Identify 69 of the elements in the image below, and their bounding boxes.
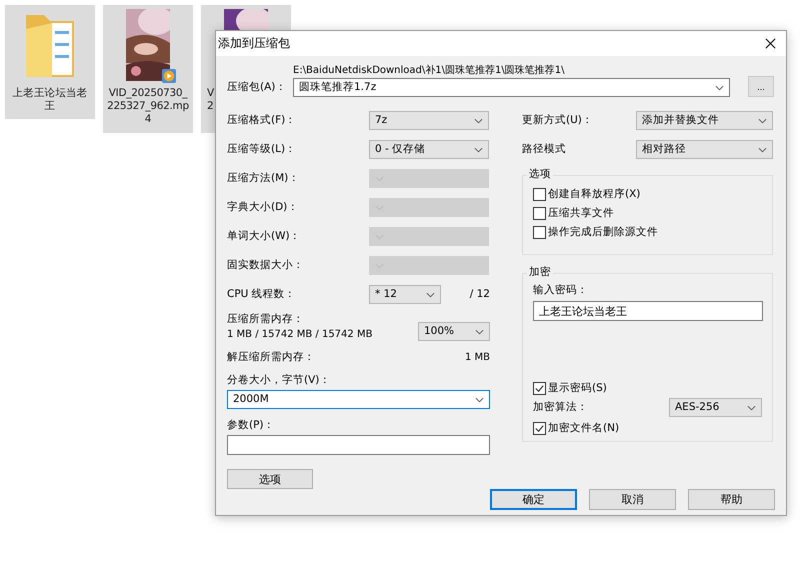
- volume-combobox[interactable]: 2000M: [227, 390, 490, 409]
- file-name: 上老王论坛当老: [12, 87, 88, 100]
- checkbox[interactable]: [533, 422, 546, 435]
- file-name: 2: [207, 100, 214, 113]
- caret-icon: [475, 328, 484, 334]
- caret-icon: [747, 404, 756, 410]
- caret-icon: [758, 118, 767, 124]
- dialog-button[interactable]: 取消: [589, 489, 676, 510]
- archive-name-combobox[interactable]: 圆珠笔推荐1.7z: [293, 78, 730, 97]
- dialog-button[interactable]: 确定: [490, 489, 577, 510]
- memory-value: 1 MB: [464, 351, 490, 364]
- field-label: 字典大小(D)：: [227, 201, 300, 214]
- field-label: 输入密码：: [533, 284, 589, 297]
- window-title: 添加到压缩包: [218, 37, 290, 50]
- dropdown[interactable]: 7z: [369, 111, 489, 130]
- field-label: 路径模式: [522, 143, 567, 156]
- archive-label: 压缩包(A)：: [227, 81, 288, 95]
- parameters-field[interactable]: [227, 435, 490, 455]
- group-title: 加密: [527, 266, 553, 279]
- field-label: 解压缩所需内存：: [227, 351, 315, 364]
- password-field[interactable]: 上老王论坛当老王: [533, 301, 763, 321]
- caret-icon: [475, 396, 484, 402]
- caret-icon: [715, 84, 724, 90]
- field-label: CPU 线程数：: [227, 288, 297, 301]
- checkbox-label: 压缩共享文件: [548, 207, 614, 220]
- desktop-icon[interactable]: 上老王论坛当老 王: [5, 5, 95, 119]
- checkbox[interactable]: [533, 226, 546, 239]
- options-button[interactable]: 选项: [227, 469, 313, 489]
- dropdown[interactable]: 0 - 仅存储: [369, 140, 489, 159]
- dialog-button[interactable]: 帮助: [688, 489, 775, 510]
- checkbox-label: 显示密码(S): [548, 382, 607, 395]
- field-label: 更新方式(U)：: [522, 114, 594, 127]
- file-name: 王: [44, 100, 56, 113]
- field-label: 参数(P)：: [227, 419, 276, 432]
- field-label: 压缩方法(M)：: [227, 172, 300, 185]
- desktop-icon[interactable]: VID_20250730_ 225327_962.mp 4: [103, 5, 193, 133]
- field-label: 固实数据大小：: [227, 259, 305, 272]
- memory-dropdown[interactable]: 100%: [418, 322, 490, 341]
- field-label: 单词大小(W)：: [227, 230, 302, 243]
- field-label: 压缩格式(F)：: [227, 114, 298, 127]
- caret-icon: [474, 146, 483, 152]
- field-label: 压缩所需内存：: [227, 313, 305, 326]
- group-title: 选项: [527, 168, 553, 181]
- checkbox-label: 操作完成后删除源文件: [548, 226, 658, 239]
- checkbox-label: 创建自释放程序(X): [548, 188, 640, 201]
- play-badge-icon: [162, 69, 176, 83]
- file-name: VID_20250730_: [108, 87, 188, 100]
- archive-path: E:\BaiduNetdiskDownload\补1\圆珠笔推荐1\圆珠笔推荐1\: [293, 64, 566, 77]
- dropdown[interactable]: 相对路径: [636, 140, 773, 159]
- field-label: 分卷大小，字节(V)：: [227, 374, 332, 387]
- field-label: 加密算法：: [533, 401, 588, 414]
- checkbox-label: 加密文件名(N): [548, 422, 620, 435]
- file-name: V: [207, 87, 214, 100]
- close-icon[interactable]: [765, 38, 776, 49]
- caret-icon: [426, 292, 435, 298]
- file-name: 4: [144, 113, 152, 126]
- thread-dropdown[interactable]: * 12: [369, 285, 441, 304]
- caret-icon: [758, 146, 767, 152]
- field-label: 压缩等级(L)：: [227, 143, 298, 156]
- checkbox[interactable]: [533, 188, 546, 201]
- thread-max: / 12: [470, 288, 490, 301]
- caret-icon: [474, 118, 483, 124]
- memory-value: 1 MB / 15742 MB / 15742 MB: [227, 328, 372, 341]
- dropdown[interactable]: AES-256: [669, 398, 762, 417]
- checkbox[interactable]: [533, 382, 546, 395]
- dropdown[interactable]: 添加并替换文件: [636, 111, 773, 130]
- browse-button[interactable]: ...: [748, 76, 774, 97]
- file-name: 225327_962.mp: [107, 100, 189, 113]
- checkbox[interactable]: [533, 207, 546, 220]
